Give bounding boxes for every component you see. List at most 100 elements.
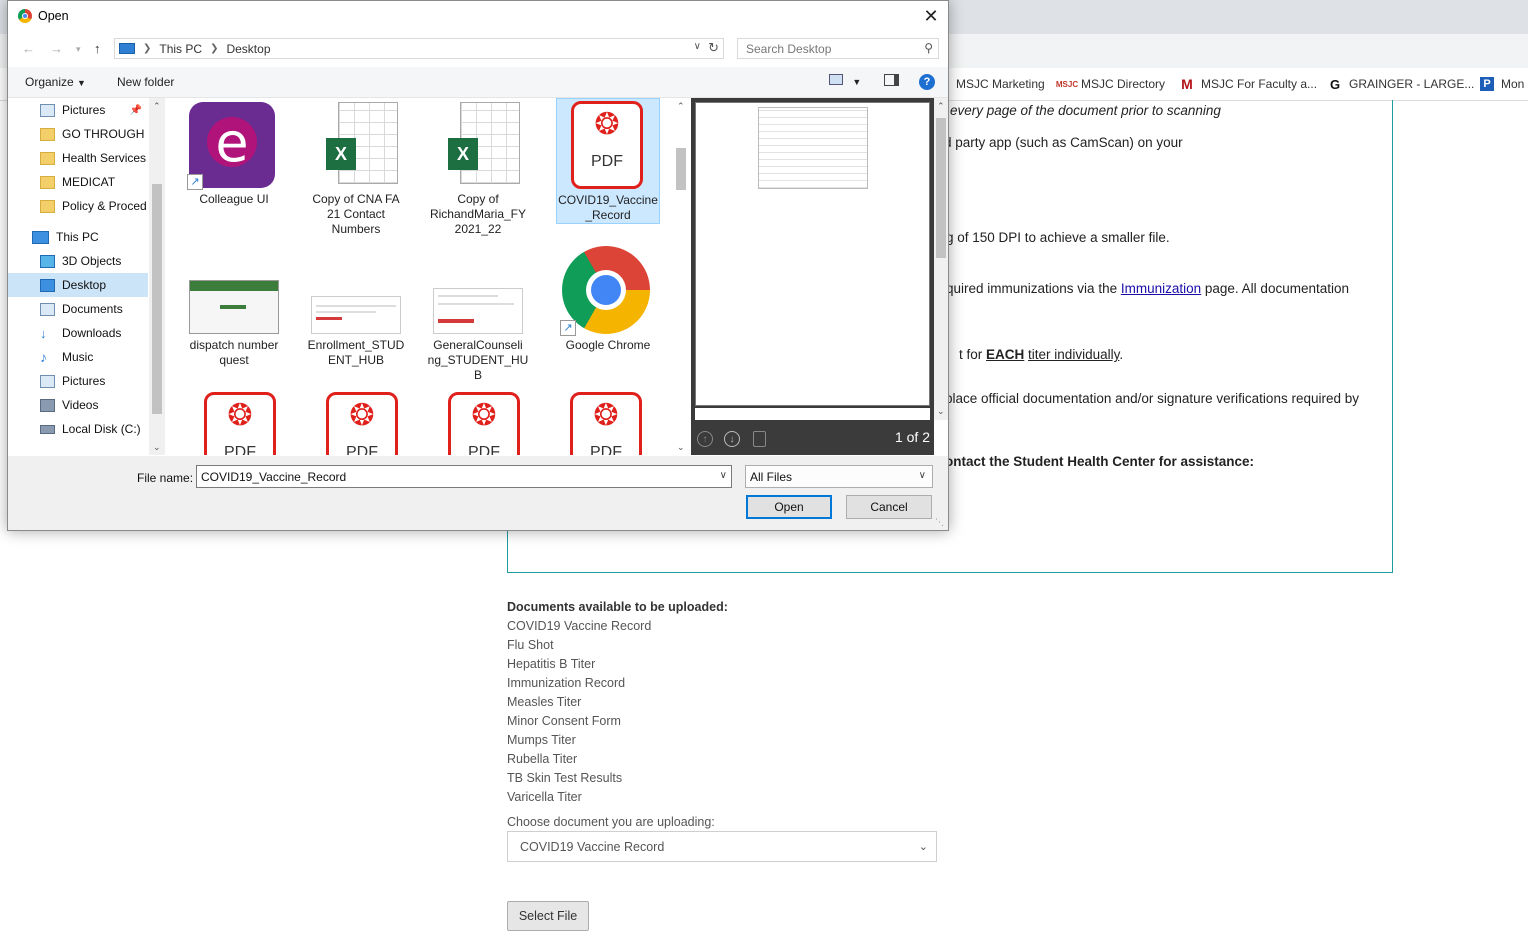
scroll-down-icon[interactable]: ⌄ <box>153 442 161 453</box>
select-file-button[interactable]: Select File <box>507 901 589 931</box>
scroll-up-icon[interactable]: ⌃ <box>937 101 945 112</box>
recent-locations-icon[interactable]: ▾ <box>76 44 81 55</box>
sidebar-item-health-services[interactable]: Health Services <box>8 146 148 170</box>
sidebar-item-label: Videos <box>62 398 99 412</box>
page-down-icon[interactable]: ↓ <box>724 431 740 447</box>
file-name-label: File name: <box>137 471 194 485</box>
open-button[interactable]: Open <box>746 495 832 519</box>
address-bar[interactable]: ❯ This PC ❯ Desktop ∨ ↻ <box>114 38 724 59</box>
new-folder-button[interactable]: New folder <box>117 75 174 89</box>
sidebar-item-3d-objects[interactable]: 3D Objects <box>8 249 148 273</box>
breadcrumb-desktop[interactable]: Desktop <box>226 42 270 56</box>
scroll-down-icon[interactable]: ⌄ <box>937 406 945 417</box>
file-label: ENT_HUB <box>327 353 384 367</box>
scroll-down-icon[interactable]: ⌄ <box>677 442 685 453</box>
chevron-down-icon[interactable]: ∨ <box>694 41 701 52</box>
scrollbar-thumb[interactable] <box>152 184 162 414</box>
sidebar-item-pictures[interactable]: Pictures <box>8 369 148 393</box>
file-label: RichandMaria_FY <box>429 207 527 221</box>
documents-title: Documents available to be uploaded: <box>507 600 728 614</box>
file-generalcounseling-student-hub[interactable]: GeneralCounseli ng_STUDENT_HU B <box>426 244 530 384</box>
file-colleague-ui[interactable]: e ↗ Colleague UI <box>182 98 286 223</box>
sidebar-item-go-through[interactable]: GO THROUGH <box>8 122 148 146</box>
navigation-pane: Pictures 📌 GO THROUGH Health Services MED… <box>8 98 148 455</box>
bookmark-msjc-marketing[interactable]: MSJC Marketing <box>956 68 1045 100</box>
resize-grip-icon[interactable]: ⋱ <box>935 517 944 528</box>
bookmark-grainger[interactable]: G GRAINGER - LARGE... <box>1328 68 1474 100</box>
refresh-icon[interactable]: ↻ <box>708 40 719 56</box>
scroll-up-icon[interactable]: ⌃ <box>677 101 685 112</box>
search-placeholder: Search Desktop <box>746 41 832 56</box>
view-options-icon[interactable]: ▼ <box>829 74 861 88</box>
desktop-icon <box>40 278 55 292</box>
instruction-line-6: place official documentation and/or sign… <box>945 391 1359 406</box>
sidebar-item-pictures-quick[interactable]: Pictures 📌 <box>8 98 148 122</box>
sidebar-item-this-pc[interactable]: This PC <box>8 225 148 249</box>
chevron-down-icon: ▼ <box>852 77 862 87</box>
nav-pane-scrollbar[interactable]: ⌃ ⌄ <box>149 98 165 455</box>
file-pdf-1[interactable]: ❂ PDF <box>182 390 286 455</box>
organize-button[interactable]: Organize ▼ <box>25 75 86 89</box>
sidebar-item-label: Downloads <box>62 326 122 340</box>
file-pdf-3[interactable]: ❂ PDF <box>426 390 530 455</box>
file-google-chrome[interactable]: ↗ Google Chrome <box>556 244 660 370</box>
file-label: Colleague UI <box>199 192 269 206</box>
colleague-shortcut-icon: e ↗ <box>187 102 275 190</box>
file-label: Numbers <box>331 222 381 236</box>
list-item: Flu Shot <box>507 638 554 652</box>
bookmark-msjc-for-faculty[interactable]: M MSJC For Faculty a... <box>1180 68 1317 100</box>
file-copy-of-cna[interactable]: X Copy of CNA FA 21 Contact Numbers <box>304 98 408 238</box>
preview-scrollbar[interactable]: ⌃ ⌄ <box>934 98 948 420</box>
breadcrumb-this-pc[interactable]: This PC <box>159 42 202 56</box>
pictures-icon <box>40 103 55 117</box>
file-covid19-vaccine-record[interactable]: ❂ PDF COVID19_Vaccine _Record <box>556 98 660 224</box>
file-enrollment-student-hub[interactable]: Enrollment_STUD ENT_HUB <box>304 244 408 370</box>
sidebar-item-documents[interactable]: Documents <box>8 297 148 321</box>
sidebar-item-local-disk[interactable]: Local Disk (C:) <box>8 417 148 441</box>
sidebar-item-label: 3D Objects <box>62 254 122 268</box>
sidebar-item-medicat[interactable]: MEDICAT <box>8 170 148 194</box>
sidebar-item-music[interactable]: ♪ Music <box>8 345 148 369</box>
search-input[interactable]: Search Desktop ⚲ <box>737 38 939 59</box>
sidebar-item-policy[interactable]: Policy & Proced <box>8 194 148 218</box>
cancel-button[interactable]: Cancel <box>846 495 932 519</box>
file-name-input[interactable]: COVID19_Vaccine_Record ∨ <box>196 465 732 488</box>
scrollbar-thumb[interactable] <box>676 148 686 190</box>
scrollbar-thumb[interactable] <box>936 118 946 258</box>
file-copy-of-richandmaria[interactable]: X Copy of RichandMaria_FY 2021_22 <box>426 98 530 238</box>
excel-icon: X <box>326 102 400 186</box>
forward-arrow-icon[interactable]: → <box>50 41 63 56</box>
list-item: COVID19 Vaccine Record <box>507 619 652 633</box>
file-pdf-2[interactable]: ❂ PDF <box>304 390 408 455</box>
help-icon[interactable]: ? <box>919 74 935 90</box>
bookmark-mon[interactable]: P Mon <box>1480 68 1524 100</box>
file-pdf-4[interactable]: ❂ PDF <box>556 390 660 455</box>
document-icon[interactable] <box>753 431 766 447</box>
sidebar-item-videos[interactable]: Videos <box>8 393 148 417</box>
chevron-down-icon[interactable]: ∨ <box>720 470 727 481</box>
page-up-icon[interactable]: ↑ <box>697 431 713 447</box>
file-type-select[interactable]: All Files ∨ <box>745 465 933 488</box>
sidebar-item-downloads[interactable]: ↓ Downloads <box>8 321 148 345</box>
preview-pane-icon[interactable] <box>884 74 899 89</box>
file-list-scrollbar[interactable]: ⌃ ⌄ <box>673 98 689 455</box>
instruction-line-7: ontact the Student Health Center for ass… <box>945 454 1255 469</box>
folder-icon <box>40 175 55 189</box>
sidebar-item-desktop[interactable]: Desktop <box>8 273 148 297</box>
up-arrow-icon[interactable]: ↑ <box>94 41 101 56</box>
back-arrow-icon[interactable]: ← <box>22 41 35 56</box>
file-dispatch-number-quest[interactable]: dispatch number quest <box>182 244 286 370</box>
pdf-label: PDF <box>590 444 622 456</box>
pin-icon: 📌 <box>129 104 142 116</box>
videos-icon <box>40 398 55 412</box>
msjc-icon: MSJC <box>1055 79 1079 89</box>
pdf-icon: ❂ PDF <box>326 392 398 455</box>
document-type-select[interactable]: COVID19 Vaccine Record ⌄ <box>507 831 937 862</box>
instruction-line-1: every page of the document prior to scan… <box>950 103 1221 118</box>
bookmark-msjc-directory[interactable]: MSJC MSJC Directory <box>1055 68 1165 100</box>
immunization-link[interactable]: Immunization <box>1121 281 1201 296</box>
close-button[interactable]: ✕ <box>920 5 942 27</box>
list-item: Mumps Titer <box>507 733 576 747</box>
file-label: ng_STUDENT_HU <box>427 353 529 367</box>
scroll-up-icon[interactable]: ⌃ <box>153 101 161 112</box>
